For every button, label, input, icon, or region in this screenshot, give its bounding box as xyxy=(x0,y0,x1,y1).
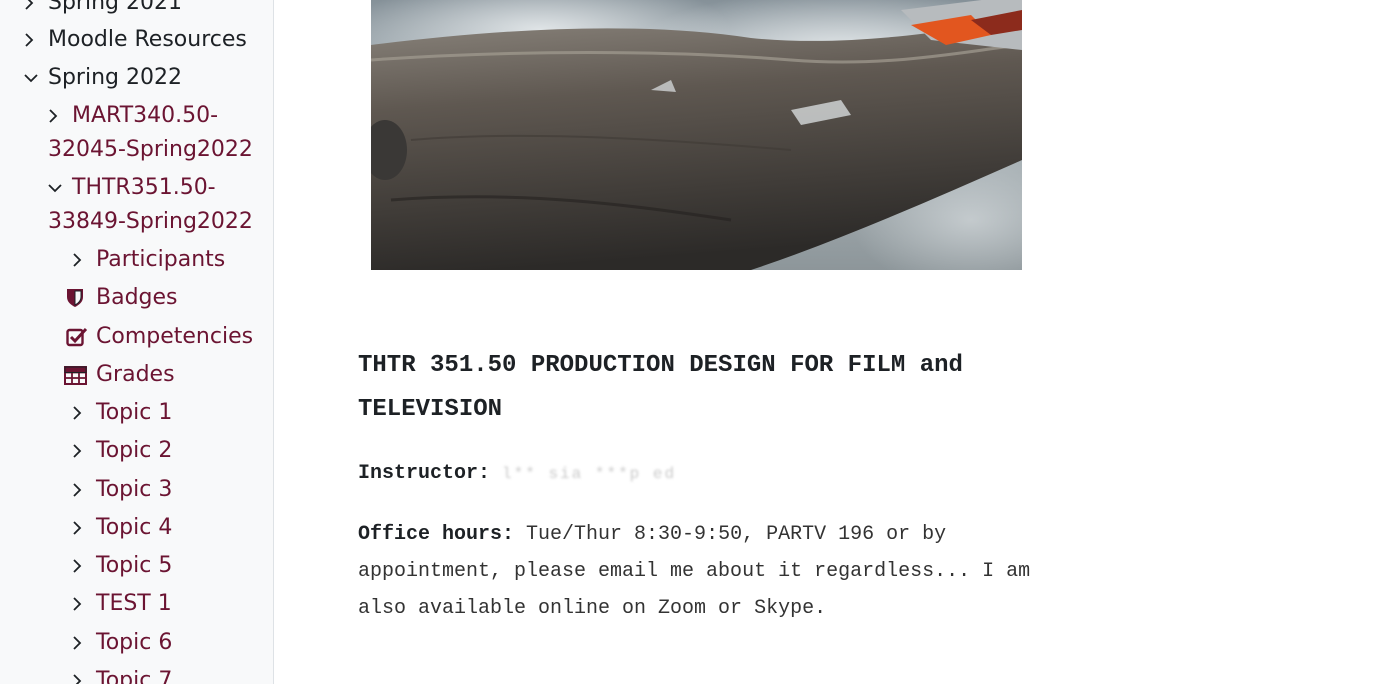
instructor-label: Instructor: xyxy=(358,462,491,485)
office-hours-label: Office hours: xyxy=(358,523,515,546)
chevron-right-icon[interactable] xyxy=(72,243,96,277)
sidebar-item-grades[interactable]: Grades xyxy=(64,358,175,392)
sidebar-item-label: Badges xyxy=(96,285,178,310)
sidebar-item-competencies[interactable]: Competencies xyxy=(66,320,253,354)
sidebar-item-topic-2[interactable]: Topic 2 xyxy=(72,434,172,468)
chevron-right-icon[interactable] xyxy=(24,0,48,20)
shield-icon xyxy=(66,281,96,315)
sidebar-item-label: Participants xyxy=(96,247,226,272)
office-hours: Office hours: Tue/Thur 8:30-9:50, PARTV … xyxy=(358,516,1038,627)
chevron-right-icon[interactable] xyxy=(72,587,96,621)
chevron-right-icon[interactable] xyxy=(72,549,96,583)
sidebar-item-spring-2021[interactable]: Spring 2021 xyxy=(24,0,182,20)
sidebar-item-label: Topic 2 xyxy=(96,438,173,463)
sidebar-item-topic-3[interactable]: Topic 3 xyxy=(72,473,172,507)
sidebar-item-topic-4[interactable]: Topic 4 xyxy=(72,511,172,545)
chevron-right-icon[interactable] xyxy=(72,396,96,430)
sidebar-item-label: THTR351.50-33849-Spring2022 xyxy=(48,175,253,234)
sidebar-item-label: TEST 1 xyxy=(96,591,172,616)
sidebar-item-topic-5[interactable]: Topic 5 xyxy=(72,549,172,583)
sidebar-item-topic-1[interactable]: Topic 1 xyxy=(72,396,172,430)
sidebar-item-participants[interactable]: Participants xyxy=(72,243,225,277)
sidebar-item-label: Spring 2021 xyxy=(48,0,182,15)
chevron-right-icon[interactable] xyxy=(72,511,96,545)
sidebar-item-label: Topic 7 xyxy=(96,668,173,684)
table-icon xyxy=(64,358,96,392)
sidebar-item-thtr351-link[interactable]: THTR351.50-33849-Spring2022 xyxy=(48,171,263,239)
sidebar-item-badges[interactable]: Badges xyxy=(66,281,178,315)
sidebar-item-label: Competencies xyxy=(96,324,254,349)
sidebar-item-label: Topic 1 xyxy=(96,400,173,425)
sidebar-item-mart340-link[interactable]: MART340.50-32045-Spring2022 xyxy=(48,99,263,167)
sidebar-item-label: Spring 2022 xyxy=(48,65,182,90)
sidebar-item-moodle-resources[interactable]: Moodle Resources xyxy=(24,23,247,57)
instructor-line: Instructor: l** sia ***p ed xyxy=(358,455,1038,493)
main-content: THTR 351.50 PRODUCTION DESIGN FOR FILM a… xyxy=(274,0,1381,684)
sidebar-item-spring-2022[interactable]: Spring 2022 xyxy=(24,61,182,95)
sidebar-item-topic-6[interactable]: Topic 6 xyxy=(72,626,172,660)
sidebar-item-label: Topic 4 xyxy=(96,515,173,540)
chevron-down-icon[interactable] xyxy=(24,61,48,95)
course-banner-image xyxy=(371,0,1022,270)
chevron-right-icon[interactable] xyxy=(72,626,96,660)
sidebar-item-label: Moodle Resources xyxy=(48,27,247,52)
chevron-right-icon[interactable] xyxy=(24,23,48,57)
sidebar-item-test-1[interactable]: TEST 1 xyxy=(72,587,172,621)
sidebar-item-label: Topic 6 xyxy=(96,630,173,655)
sidebar-item-label: MART340.50-32045-Spring2022 xyxy=(48,103,253,162)
instructor-value: l** sia ***p ed xyxy=(502,465,677,483)
sidebar-item-label: Grades xyxy=(96,362,175,387)
sidebar-item-label: Topic 5 xyxy=(96,553,173,578)
chevron-right-icon[interactable] xyxy=(72,434,96,468)
sidebar-item-label: Topic 3 xyxy=(96,477,173,502)
chevron-right-icon[interactable] xyxy=(72,664,96,684)
course-title: THTR 351.50 PRODUCTION DESIGN FOR FILM a… xyxy=(358,352,963,423)
course-index-sidebar: Spring 2021 Moodle Resources Spring 2022… xyxy=(0,0,274,684)
chevron-right-icon[interactable] xyxy=(72,473,96,507)
checkbox-icon xyxy=(66,320,96,354)
sidebar-item-topic-7[interactable]: Topic 7 xyxy=(72,664,172,684)
